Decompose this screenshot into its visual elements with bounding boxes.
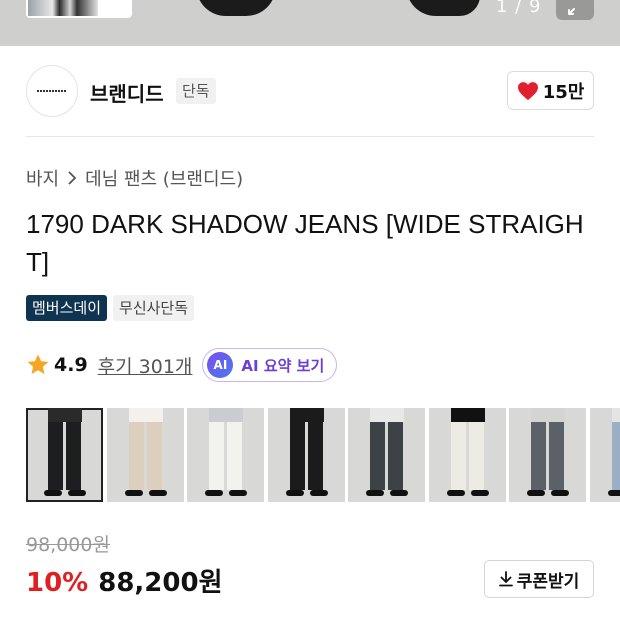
expand-icon xyxy=(568,8,575,15)
original-price: 98,000원 xyxy=(26,534,110,556)
coupon-button[interactable]: 쿠폰받기 xyxy=(484,560,594,598)
brand-row: 브랜디드 단독 15만 xyxy=(26,64,594,118)
discount-rate: 10% xyxy=(26,568,89,598)
expand-button[interactable] xyxy=(556,0,594,20)
product-thumbnail[interactable] xyxy=(509,408,586,502)
hero-thumbnail-image xyxy=(26,0,132,18)
ai-badge-icon: AI xyxy=(207,352,234,378)
breadcrumb-subcategory[interactable]: 데님 팬츠 (브랜디드) xyxy=(85,165,243,191)
star-icon xyxy=(27,354,49,374)
product-title: 1790 DARK SHADOW JEANS [WIDE STRAIGHT] xyxy=(26,209,584,277)
product-tags: 멤버스데이 무신사단독 xyxy=(26,295,195,321)
breadcrumb-category[interactable]: 바지 xyxy=(26,165,59,191)
tag-membersday: 멤버스데이 xyxy=(26,295,108,321)
product-image-shoe xyxy=(406,0,480,16)
download-icon xyxy=(498,571,513,587)
product-thumbnail[interactable] xyxy=(428,408,506,502)
product-thumbnail[interactable] xyxy=(26,408,103,502)
review-count-link[interactable]: 후기 301개 xyxy=(98,352,193,379)
brand-name[interactable]: 브랜디드 xyxy=(90,78,164,107)
breadcrumb: 바지 데님 팬츠 (브랜디드) xyxy=(26,165,243,191)
thumbnail-strip xyxy=(26,408,620,502)
chevron-right-icon xyxy=(68,171,77,185)
product-thumbnail[interactable] xyxy=(589,408,620,502)
product-thumbnail[interactable] xyxy=(267,408,345,502)
tag-musinsa-exclusive: 무신사단독 xyxy=(113,295,195,321)
image-counter: 1 / 9 xyxy=(496,0,542,17)
rating-row: 4.9 후기 301개 AI AI 요약 보기 xyxy=(26,347,338,383)
product-image-shoe xyxy=(196,0,276,16)
ai-summary-label: AI 요약 보기 xyxy=(241,356,325,375)
product-thumbnail[interactable] xyxy=(106,408,184,502)
price-row: 10% 88,200원 xyxy=(26,562,223,599)
like-count: 15만 xyxy=(542,81,585,103)
coupon-label: 쿠폰받기 xyxy=(516,571,580,592)
product-thumbnail[interactable] xyxy=(348,408,425,502)
ai-summary-button[interactable]: AI AI 요약 보기 xyxy=(202,348,338,382)
divider xyxy=(26,136,594,137)
like-button[interactable]: 15만 xyxy=(507,71,594,110)
rating-score: 4.9 xyxy=(54,354,88,376)
brand-exclusive-badge: 단독 xyxy=(176,78,216,104)
product-image-carousel[interactable]: 1 / 9 xyxy=(0,0,620,46)
brand-logo[interactable] xyxy=(26,65,78,117)
product-thumbnail[interactable] xyxy=(187,408,264,502)
sale-price: 88,200원 xyxy=(98,568,223,598)
heart-icon xyxy=(517,81,538,100)
